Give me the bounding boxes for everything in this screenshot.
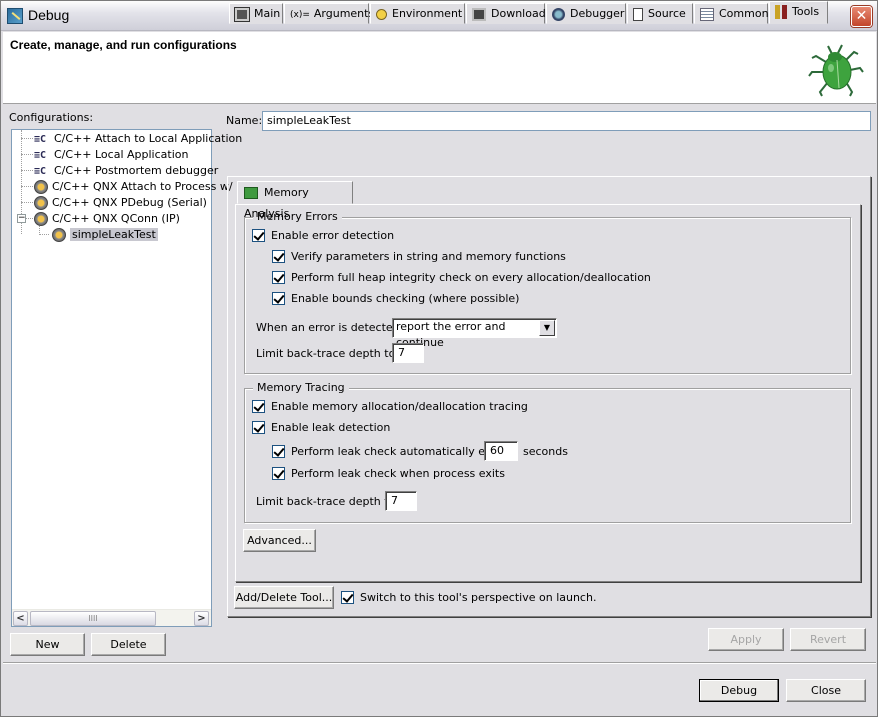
scroll-left-button[interactable]: < [13, 611, 28, 626]
tree-connector [39, 234, 49, 235]
leak-auto-checkbox[interactable]: Perform leak check automatically every [272, 444, 509, 459]
tree-item-qnx-qconn[interactable]: C/C++ QNX QConn (IP) [34, 211, 180, 227]
tree-connector [21, 202, 33, 203]
configurations-tree[interactable]: − ≡C C/C++ Attach to Local Application ≡C… [11, 129, 242, 627]
tree-connector [21, 154, 33, 155]
heap-check-checkbox[interactable]: Perform full heap integrity check on eve… [272, 270, 651, 285]
tab-debugger[interactable]: Debugger [546, 3, 626, 24]
checkbox-checked[interactable] [252, 399, 265, 413]
close-icon: ✕ [855, 8, 868, 24]
tab-common[interactable]: Common [694, 3, 769, 24]
header-banner: Create, manage, and run configurations [3, 32, 876, 104]
checkbox-checked[interactable] [272, 291, 285, 305]
horizontal-scrollbar[interactable]: < IIII > [12, 609, 211, 626]
chevron-right-icon: > [197, 613, 206, 624]
source-icon [633, 7, 643, 21]
enable-tracing-checkbox[interactable]: Enable memory allocation/deallocation tr… [252, 399, 528, 414]
close-button[interactable]: Close [786, 679, 866, 702]
debugger-icon [552, 7, 565, 21]
switch-perspective-checkbox[interactable]: Switch to this tool's perspective on lau… [341, 590, 596, 605]
apply-button[interactable]: Apply [708, 628, 784, 651]
environment-icon [376, 8, 387, 20]
revert-button[interactable]: Revert [790, 628, 866, 651]
tree-connector [21, 186, 33, 187]
banner-title: Create, manage, and run configurations [10, 38, 237, 52]
leak-interval-input[interactable]: 60 [484, 441, 518, 461]
verify-params-checkbox[interactable]: Verify parameters in string and memory f… [272, 249, 566, 264]
tab-download[interactable]: Download [466, 3, 546, 24]
tree-connector [21, 138, 33, 139]
enable-leak-detection-checkbox[interactable]: Enable leak detection [252, 420, 390, 435]
c-file-icon: ≡C [34, 150, 47, 161]
collapse-toggle[interactable]: − [17, 214, 26, 223]
checkbox-checked[interactable] [272, 249, 285, 263]
bug-icon [808, 44, 864, 97]
footer-separator [3, 662, 876, 664]
common-icon [700, 7, 714, 21]
checkbox-checked[interactable] [272, 466, 285, 480]
error-backtrace-input[interactable]: 7 [392, 343, 424, 363]
tree-item-postmortem[interactable]: ≡C C/C++ Postmortem debugger [34, 163, 218, 179]
qnx-icon [34, 180, 48, 194]
leak-exit-checkbox[interactable]: Perform leak check when process exits [272, 466, 505, 481]
checkbox-checked[interactable] [272, 444, 285, 458]
debug-button[interactable]: Debug [699, 679, 779, 702]
window-title: Debug [28, 7, 70, 23]
checkbox-checked[interactable] [341, 590, 354, 604]
checkbox-checked[interactable] [252, 420, 265, 434]
tab-memory-analysis[interactable]: Memory Analysis [237, 181, 353, 220]
tree-connector [21, 170, 33, 171]
on-error-label: When an error is detected: [256, 321, 404, 334]
qnx-icon [34, 196, 48, 210]
new-button[interactable]: New [10, 633, 85, 656]
tab-source[interactable]: Source [627, 3, 693, 24]
c-file-icon: ≡C [34, 134, 47, 145]
qnx-icon [52, 228, 66, 242]
on-error-select[interactable]: report the error and continue ▼ [392, 318, 557, 349]
chevron-down-icon[interactable]: ▼ [539, 320, 555, 336]
tree-item-qnx-pdebug[interactable]: C/C++ QNX PDebug (Serial) [34, 195, 207, 211]
arguments-icon: (x)= [290, 10, 310, 20]
memory-analysis-icon [244, 187, 258, 199]
checkbox-checked[interactable] [252, 228, 265, 242]
c-file-icon: ≡C [34, 166, 47, 177]
tab-tools[interactable]: Tools [769, 1, 828, 24]
name-label: Name: [226, 114, 263, 127]
qnx-icon [34, 212, 48, 226]
tracing-backtrace-input[interactable]: 7 [385, 491, 417, 511]
bounds-check-checkbox[interactable]: Enable bounds checking (where possible) [272, 291, 519, 306]
tree-item-local-application[interactable]: ≡C C/C++ Local Application [34, 147, 188, 163]
close-window-button[interactable]: ✕ [851, 6, 872, 27]
delete-button[interactable]: Delete [91, 633, 166, 656]
configurations-label: Configurations: [9, 111, 94, 124]
scroll-right-button[interactable]: > [194, 611, 209, 626]
scroll-thumb[interactable]: IIII [30, 611, 156, 626]
memory-tracing-title: Memory Tracing [253, 381, 349, 394]
leak-interval-unit: seconds [523, 445, 568, 458]
tree-item-attach-local[interactable]: ≡C C/C++ Attach to Local Application [34, 131, 242, 147]
add-delete-tool-button[interactable]: Add/Delete Tool... [234, 586, 334, 609]
debug-app-icon [7, 8, 23, 24]
error-backtrace-label: Limit back-trace depth to: [256, 347, 400, 360]
tree-connector [26, 218, 33, 219]
tab-environment[interactable]: Environment [370, 3, 465, 24]
download-icon [472, 7, 486, 21]
tab-arguments[interactable]: (x)= Arguments [284, 3, 374, 24]
checkbox-checked[interactable] [272, 270, 285, 284]
name-input[interactable]: simpleLeakTest [262, 111, 871, 131]
tab-main[interactable]: Main [229, 3, 283, 24]
tracing-backtrace-label: Limit back-trace depth to: [256, 495, 400, 508]
monitor-icon [234, 6, 250, 22]
tree-item-qnx-attach[interactable]: C/C++ QNX Attach to Process w/ [34, 179, 233, 195]
enable-error-detection-checkbox[interactable]: Enable error detection [252, 228, 394, 243]
tools-icon [775, 5, 787, 19]
debug-dialog: Debug ✕ Create, manage, and run configur… [0, 0, 878, 717]
advanced-button[interactable]: Advanced... [243, 529, 316, 552]
chevron-left-icon: < [16, 613, 25, 624]
tree-item-simpleleaktest[interactable]: simpleLeakTest [52, 227, 158, 243]
